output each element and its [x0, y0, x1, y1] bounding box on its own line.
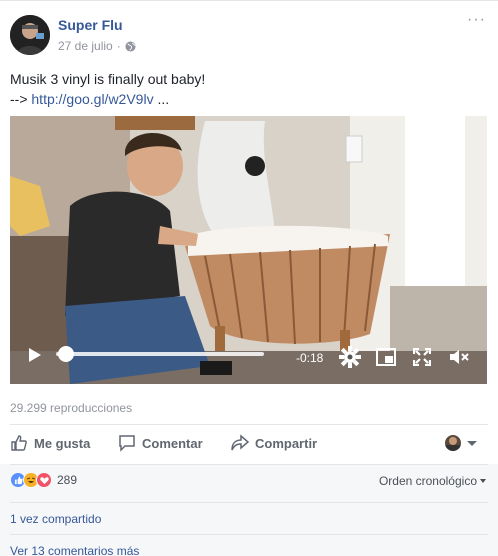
- page-name[interactable]: Super Flu: [58, 17, 123, 33]
- post-actions: Me gusta Comentar Compartir: [10, 427, 487, 459]
- chevron-down-icon: [480, 479, 486, 483]
- like-label: Me gusta: [34, 435, 91, 451]
- love-icon: [36, 472, 52, 488]
- post-meta: 27 de julio ·: [58, 39, 136, 53]
- comment-icon: [119, 435, 135, 452]
- post-text: Musik 3 vinyl is finally out baby! --> h…: [10, 69, 205, 109]
- comment-button[interactable]: Comentar: [118, 427, 203, 459]
- more-options-icon[interactable]: ···: [467, 11, 486, 29]
- remaining-time: -0:18: [296, 351, 324, 365]
- divider: [10, 424, 488, 425]
- divider: [10, 534, 488, 535]
- post-text-prefix: -->: [10, 91, 32, 107]
- post-as-selector[interactable]: [445, 435, 477, 451]
- share-label: Compartir: [255, 435, 318, 451]
- view-count[interactable]: 29.299 reproducciones: [10, 401, 132, 415]
- post-text-link-line: --> http://goo.gl/w2V9lv ...: [10, 89, 205, 109]
- meta-separator: ·: [116, 39, 121, 53]
- comment-label: Comentar: [142, 435, 203, 451]
- page-avatar[interactable]: [10, 15, 50, 55]
- share-icon: [231, 434, 249, 451]
- post-text-line: Musik 3 vinyl is finally out baby!: [10, 71, 206, 87]
- post-date[interactable]: 27 de julio: [58, 39, 113, 53]
- reaction-count: 289: [57, 473, 78, 487]
- divider: [10, 464, 488, 465]
- globe-icon: [125, 40, 136, 52]
- chevron-down-icon: [467, 440, 477, 446]
- post-card: Super Flu 27 de julio · ··· Musik 3 viny…: [0, 0, 498, 556]
- fullscreen-icon[interactable]: [413, 348, 431, 366]
- divider: [10, 502, 488, 503]
- comment-order-dropdown[interactable]: Orden cronológico: [379, 474, 486, 488]
- viewer-avatar: [445, 435, 461, 451]
- comment-order-label: Orden cronológico: [378, 474, 477, 488]
- view-more-comments-link[interactable]: Ver 13 comentarios más: [10, 544, 139, 556]
- share-count-link[interactable]: 1 vez compartido: [10, 512, 101, 526]
- picture-in-picture-icon[interactable]: [376, 348, 396, 366]
- post-text-suffix[interactable]: ...: [154, 91, 169, 107]
- share-button[interactable]: Compartir: [231, 427, 317, 459]
- play-icon[interactable]: [28, 347, 42, 363]
- mute-icon[interactable]: [449, 348, 471, 366]
- reactions-summary[interactable]: 289: [10, 472, 77, 488]
- video-player[interactable]: -0:18: [10, 116, 487, 384]
- like-button[interactable]: Me gusta: [10, 427, 90, 459]
- thumbs-up-icon: [11, 435, 27, 451]
- progress-bar[interactable]: [56, 344, 266, 364]
- comments-section: 289 Orden cronológico 1 vez compartido V…: [0, 464, 498, 556]
- settings-gear-icon[interactable]: [339, 346, 361, 368]
- post-link[interactable]: http://goo.gl/w2V9lv: [31, 91, 153, 107]
